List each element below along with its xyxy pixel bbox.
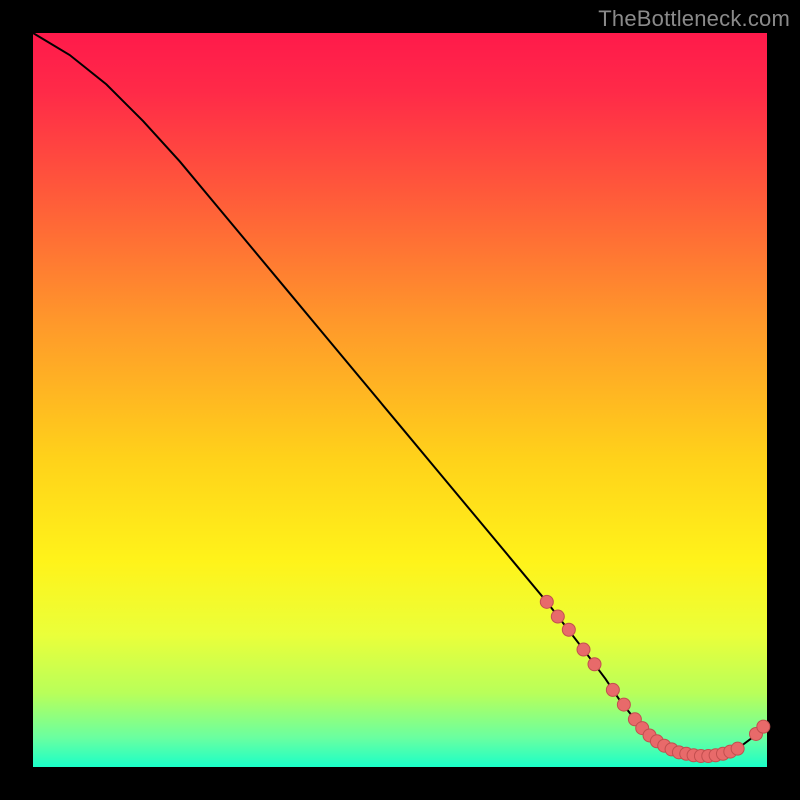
data-marker — [606, 683, 619, 696]
data-marker — [731, 742, 744, 755]
data-marker — [577, 643, 590, 656]
plot-area — [33, 33, 767, 767]
data-marker — [617, 698, 630, 711]
curve-layer — [33, 33, 767, 767]
data-marker — [588, 658, 601, 671]
data-marker — [551, 610, 564, 623]
data-marker — [757, 720, 770, 733]
watermark-text: TheBottleneck.com — [598, 6, 790, 32]
data-marker — [562, 623, 575, 636]
bottleneck-curve — [33, 33, 767, 756]
marker-group — [540, 595, 770, 762]
chart-container: TheBottleneck.com — [0, 0, 800, 800]
data-marker — [540, 595, 553, 608]
